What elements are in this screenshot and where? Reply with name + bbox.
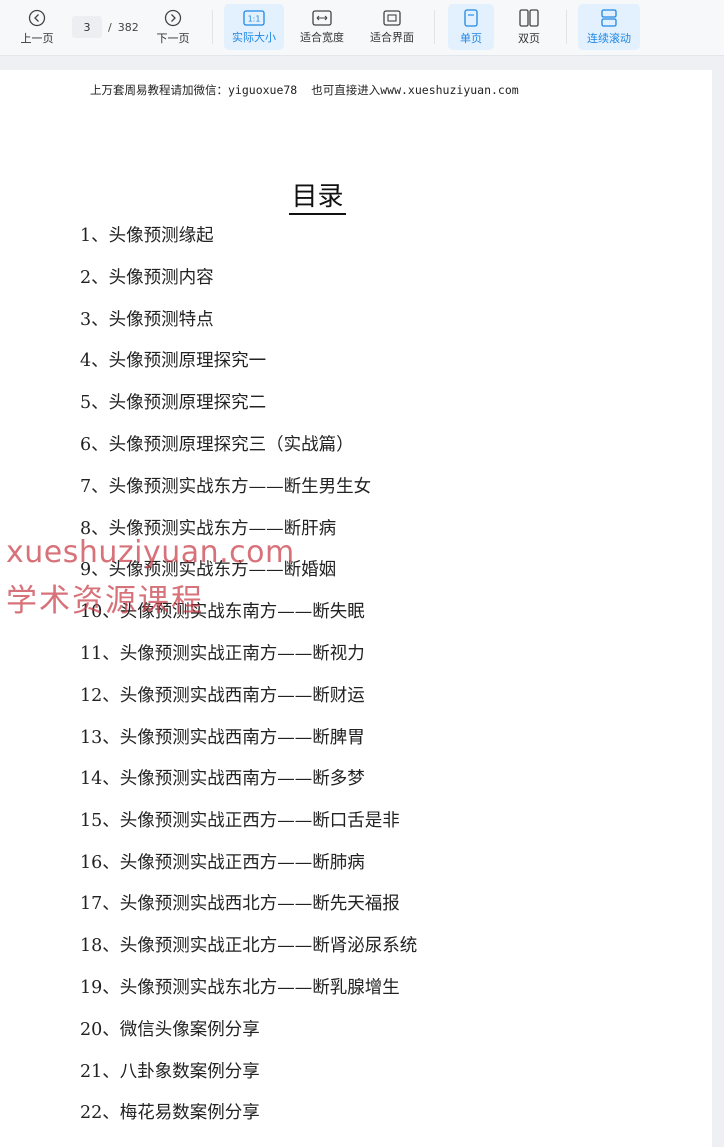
single-page-label: 单页	[460, 31, 482, 45]
svg-text:1:1: 1:1	[248, 14, 261, 23]
fit-page-icon	[383, 9, 401, 26]
header-wechat-text: 上万套周易教程请加微信：yiguoxue78	[90, 83, 298, 97]
double-page-icon	[519, 8, 539, 27]
actual-size-icon: 1:1	[243, 9, 265, 26]
next-page-button[interactable]: 下一页	[146, 4, 200, 50]
toc-item[interactable]: 17、头像预测实战西北方——断先天福报	[80, 890, 400, 915]
toc-item[interactable]: 22、梅花易数案例分享	[80, 1099, 260, 1124]
prev-page-label: 上一页	[20, 31, 54, 45]
toolbar-divider	[434, 10, 435, 44]
toc-item[interactable]: 1、头像预测缘起	[80, 222, 214, 247]
toolbar-divider	[566, 10, 567, 44]
toc-item[interactable]: 10、头像预测实战东南方——断失眠	[80, 598, 365, 623]
toc-item[interactable]: 15、头像预测实战正西方——断口舌是非	[80, 807, 400, 832]
total-pages: 382	[117, 20, 139, 34]
actual-size-button[interactable]: 1:1 实际大小	[224, 4, 284, 50]
continuous-scroll-button[interactable]: 连续滚动	[578, 4, 640, 50]
toc-item[interactable]: 7、头像预测实战东方——断生男生女	[80, 473, 371, 498]
toc-item[interactable]: 21、八卦象数案例分享	[80, 1058, 260, 1083]
page-separator: /	[108, 20, 112, 34]
toc-item[interactable]: 6、头像预测原理探究三（实战篇）	[80, 431, 354, 456]
toc-item[interactable]: 12、头像预测实战西南方——断财运	[80, 682, 365, 707]
double-page-button[interactable]: 双页	[506, 4, 552, 50]
chevron-left-circle-icon	[28, 9, 46, 26]
toc-item[interactable]: 20、微信头像案例分享	[80, 1016, 260, 1041]
fit-page-label: 适合界面	[370, 30, 414, 44]
toolbar-divider	[212, 10, 213, 44]
toc-item[interactable]: 16、头像预测实战正西方——断肺病	[80, 849, 365, 874]
single-page-button[interactable]: 单页	[448, 4, 494, 50]
toc-item[interactable]: 13、头像预测实战西南方——断脾胃	[80, 724, 365, 749]
header-website-text: 也可直接进入www.xueshuziyuan.com	[311, 83, 519, 97]
fit-width-button[interactable]: 适合宽度	[292, 4, 352, 50]
continuous-scroll-icon	[601, 8, 617, 27]
fit-width-label: 适合宽度	[300, 30, 344, 44]
actual-size-label: 实际大小	[232, 30, 276, 44]
single-page-icon	[464, 8, 478, 27]
page-indicator: / 382	[72, 16, 140, 38]
continuous-scroll-label: 连续滚动	[587, 31, 631, 45]
page-header-text: 上万套周易教程请加微信：yiguoxue78 也可直接进入www.xueshuzi…	[90, 82, 519, 98]
viewer-toolbar: 上一页 / 382 下一页 1:1 实际大小 适合宽度 适合界面	[0, 0, 724, 56]
page-number-input[interactable]	[72, 16, 102, 38]
toc-title: 目录	[0, 176, 635, 215]
document-page: 上万套周易教程请加微信：yiguoxue78 也可直接进入www.xueshuzi…	[0, 70, 712, 1147]
prev-page-button[interactable]: 上一页	[10, 4, 64, 50]
toc-item[interactable]: 9、头像预测实战东方——断婚姻	[80, 556, 336, 581]
toc-item[interactable]: 11、头像预测实战正南方——断视力	[80, 640, 365, 665]
chevron-right-circle-icon	[164, 9, 182, 26]
toc-item[interactable]: 3、头像预测特点	[80, 306, 214, 331]
next-page-label: 下一页	[156, 31, 190, 45]
double-page-label: 双页	[518, 31, 540, 45]
toc-item[interactable]: 4、头像预测原理探究一	[80, 347, 266, 372]
toc-item[interactable]: 2、头像预测内容	[80, 264, 214, 289]
toc-item[interactable]: 14、头像预测实战西南方——断多梦	[80, 765, 365, 790]
toc-item[interactable]: 19、头像预测实战东北方——断乳腺增生	[80, 974, 400, 999]
toc-item[interactable]: 8、头像预测实战东方——断肝病	[80, 515, 336, 540]
fit-page-button[interactable]: 适合界面	[362, 4, 422, 50]
fit-width-icon	[312, 9, 332, 26]
toc-item[interactable]: 18、头像预测实战正北方——断肾泌尿系统	[80, 932, 417, 957]
toc-item[interactable]: 5、头像预测原理探究二	[80, 389, 266, 414]
